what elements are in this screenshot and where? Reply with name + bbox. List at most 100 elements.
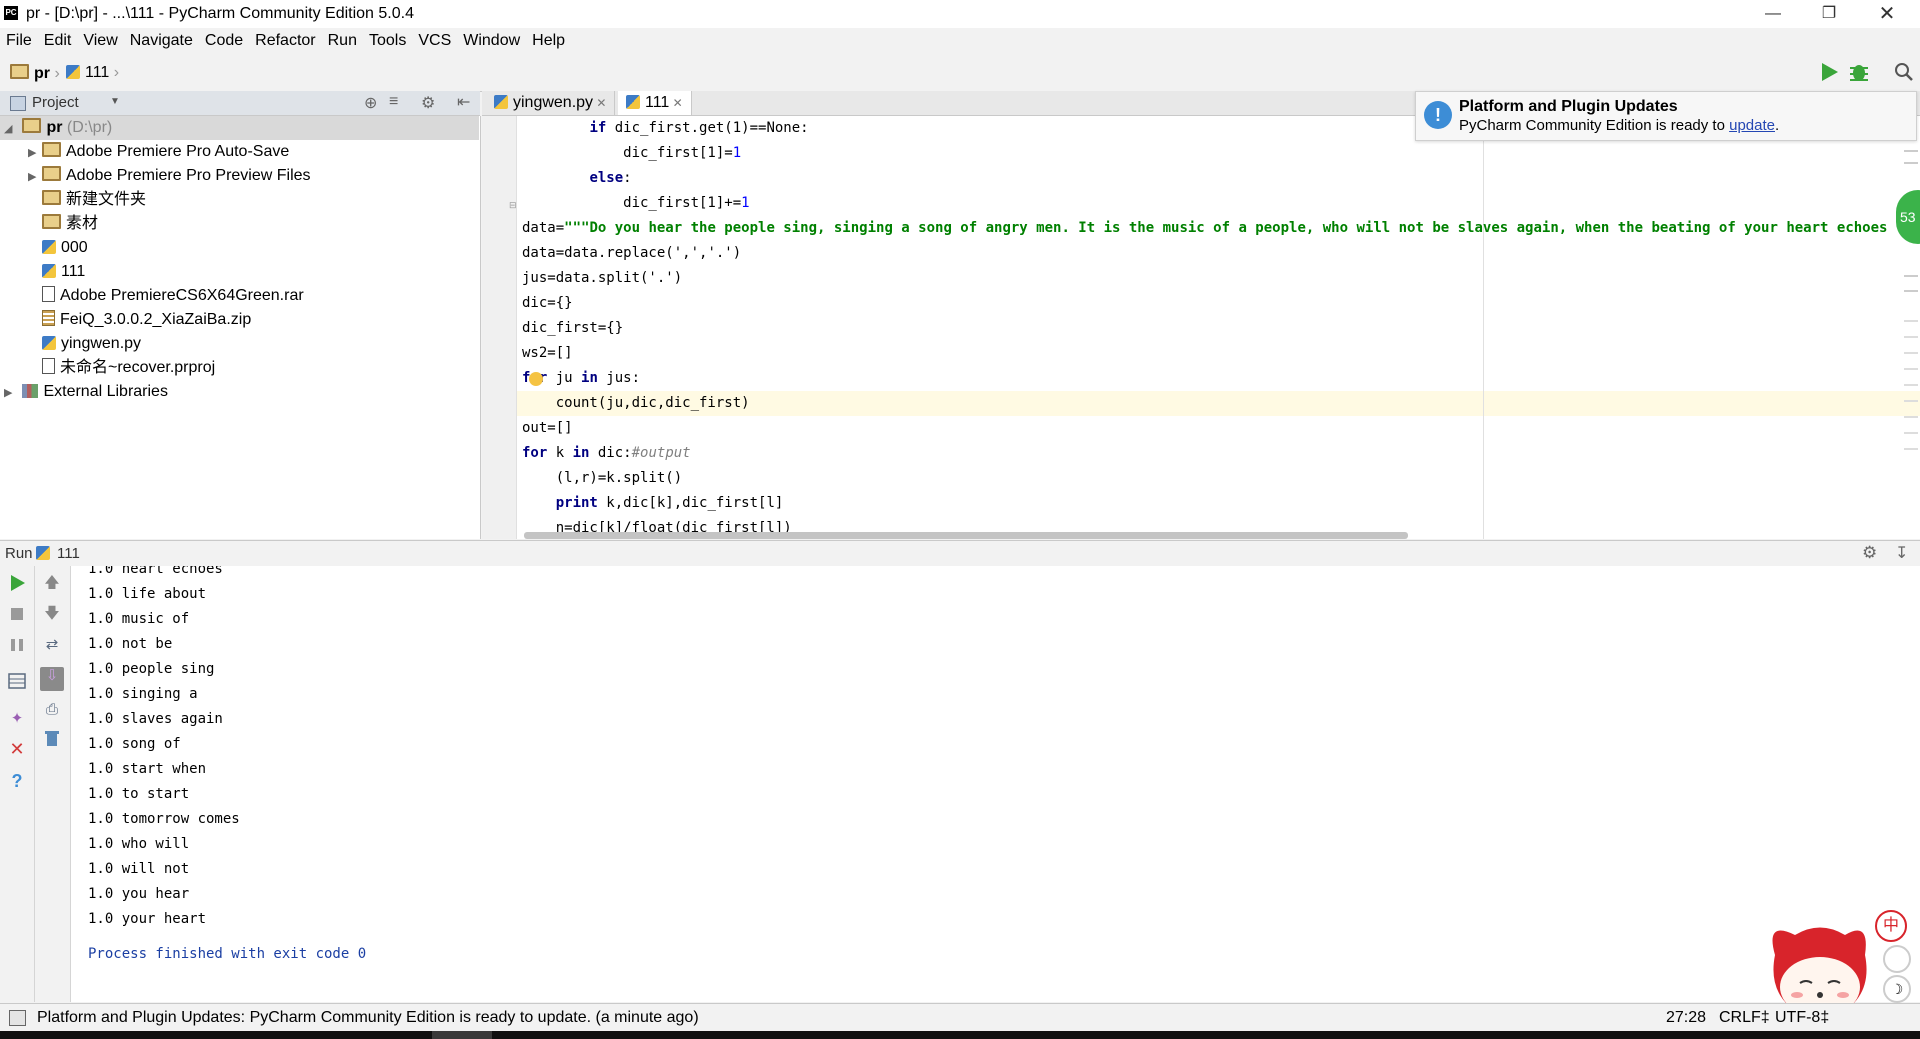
tree-item[interactable]: 新建文件夹 [28, 188, 146, 212]
menu-navigate[interactable]: Navigate [124, 28, 199, 50]
update-link[interactable]: update [1729, 117, 1775, 134]
console-line: 1.0 slaves again [88, 711, 223, 727]
minimize-button[interactable]: — [1750, 0, 1796, 28]
breadcrumb-project[interactable]: pr › [10, 64, 60, 83]
folder-icon [42, 190, 61, 205]
pin-tab-button[interactable]: ✦ [8, 710, 26, 728]
debug-button[interactable] [1848, 61, 1870, 83]
clear-all-button[interactable] [43, 729, 61, 747]
search-everywhere-button[interactable] [1894, 62, 1914, 82]
code-token: jus: [597, 370, 641, 386]
line-separator[interactable]: CRLF‡ [1719, 1009, 1770, 1027]
chevron-down-icon[interactable]: ▼ [110, 96, 120, 107]
close-tab-icon[interactable]: ✕ [669, 96, 683, 110]
gear-icon[interactable]: ⚙ [421, 93, 435, 113]
breadcrumb-file[interactable]: 111 › [66, 64, 119, 82]
close-window-button[interactable]: ✕ [1864, 0, 1910, 28]
tree-item[interactable]: 未命名~recover.prproj [28, 356, 215, 380]
run-console[interactable]: 1.0 heart echoes 1.0 life about 1.0 music … [71, 566, 1920, 1002]
tree-item[interactable]: FeiQ_3.0.0.2_XiaZaiBa.zip [28, 308, 251, 332]
python-file-icon [42, 336, 56, 350]
printer-icon: ⎙ [45, 701, 58, 718]
code-line: dic={} [522, 291, 573, 316]
fold-marker-icon[interactable]: ⊟ [509, 200, 517, 211]
tree-root[interactable]: ◢ pr (D:\pr) [0, 116, 479, 140]
caret-position[interactable]: 27:28 [1666, 1009, 1706, 1027]
console-line: 1.0 music of [88, 611, 190, 627]
menu-tools[interactable]: Tools [363, 28, 412, 50]
print-button[interactable]: ⎙ [43, 701, 61, 719]
python-file-icon [494, 95, 508, 109]
tree-item[interactable]: 111 [28, 260, 85, 284]
maximize-button[interactable]: ❐ [1806, 0, 1852, 28]
console-line: 1.0 not be [88, 636, 173, 652]
tree-item[interactable]: ▶ Adobe Premiere Pro Preview Files [28, 164, 311, 188]
editor-horizontal-scrollbar[interactable] [524, 532, 1408, 539]
code-line: for k in dic:#output [522, 441, 691, 466]
editor-tab[interactable]: yingwen.py ✕ [486, 91, 616, 115]
tree-item[interactable]: yingwen.py [28, 332, 141, 356]
tree-item-external-libraries[interactable]: ▶ External Libraries [4, 380, 168, 404]
pause-icon [11, 639, 23, 651]
scroll-up-button[interactable]: 🡅 [43, 574, 61, 592]
menu-file[interactable]: File [0, 28, 38, 50]
tree-item[interactable]: ▶ Adobe Premiere Pro Auto-Save [28, 140, 289, 164]
expanded-arrow-icon[interactable]: ◢ [4, 117, 18, 141]
collapsed-arrow-icon[interactable]: ▶ [4, 381, 18, 405]
code-token: dic_first[1]+= [522, 195, 742, 211]
help-button[interactable]: ? [8, 772, 26, 790]
rerun-button[interactable] [8, 574, 26, 592]
collapsed-arrow-icon[interactable]: ▶ [28, 165, 42, 189]
status-message[interactable]: Platform and Plugin Updates: PyCharm Com… [37, 1009, 699, 1027]
close-tab-icon[interactable]: ✕ [593, 96, 606, 110]
menu-edit[interactable]: Edit [38, 28, 78, 50]
ime-toggle-button[interactable]: 中 [1875, 910, 1907, 942]
menu-code[interactable]: Code [199, 28, 249, 50]
restore-layout-button[interactable] [8, 672, 26, 690]
pause-button[interactable] [8, 636, 26, 654]
exit-message: Process finished with exit code 0 [88, 946, 367, 962]
file-encoding[interactable]: UTF-8‡ [1775, 1009, 1829, 1027]
project-panel-title[interactable]: Project [32, 94, 79, 111]
hide-panel-icon[interactable]: ⇤ [457, 92, 470, 112]
code-token: data=data.replace(',' [522, 245, 700, 261]
menu-refactor[interactable]: Refactor [249, 28, 321, 50]
scroll-to-end-button[interactable]: ⇩ [40, 667, 64, 691]
scroll-down-button[interactable]: 🡇 [43, 605, 61, 623]
tree-item[interactable]: 000 [28, 236, 88, 260]
menu-window[interactable]: Window [457, 28, 526, 50]
editor-tab[interactable]: 111 ✕ [618, 91, 692, 115]
tree-item-label: FeiQ_3.0.0.2_XiaZaiBa.zip [60, 311, 252, 328]
soft-wrap-button[interactable]: ⇄ [43, 636, 61, 654]
breadcrumb-project-label: pr [34, 65, 50, 82]
update-notification[interactable]: ! Platform and Plugin Updates PyCharm Co… [1415, 91, 1917, 141]
tree-item[interactable]: 素材 [28, 212, 98, 236]
ime-punct-button[interactable] [1883, 945, 1911, 973]
collapse-all-icon[interactable]: ≡ [389, 93, 398, 111]
hide-panel-icon[interactable]: ↧ [1895, 543, 1908, 563]
run-button[interactable] [1818, 61, 1840, 83]
stop-button[interactable] [8, 605, 26, 623]
menu-help[interactable]: Help [526, 28, 571, 50]
tree-item[interactable]: Adobe PremiereCS6X64Green.rar [28, 284, 304, 308]
ime-moon-button[interactable]: ☽ [1883, 975, 1911, 1003]
code-editor[interactable]: if dic_first.get(1)==None: dic_first[1]=… [517, 116, 1920, 539]
run-panel-config[interactable]: 111 [57, 545, 80, 562]
scroll-from-source-icon[interactable]: ⊕ [364, 93, 377, 113]
menu-view[interactable]: View [77, 28, 123, 50]
file-icon [42, 286, 55, 302]
menu-vcs[interactable]: VCS [412, 28, 457, 50]
close-run-button[interactable]: ✕ [8, 740, 26, 758]
run-panel-label[interactable]: Run [5, 545, 33, 562]
code-line: dic_first[1]=1 [522, 141, 741, 166]
project-tree: ◢ pr (D:\pr) ▶ Adobe Premiere Pro Auto-Sa… [0, 116, 481, 539]
editor-gutter[interactable]: ⊟ [482, 116, 517, 539]
code-token: : [623, 170, 632, 186]
navigation-bar: pr › 111 › 111 ▼ [0, 55, 1920, 141]
intention-bulb-icon[interactable] [529, 372, 543, 386]
tree-root-path: (D:\pr) [66, 119, 113, 136]
toggle-tool-windows-icon[interactable] [9, 1010, 26, 1026]
menu-run[interactable]: Run [322, 28, 363, 50]
collapsed-arrow-icon[interactable]: ▶ [28, 141, 42, 165]
gear-icon[interactable]: ⚙ [1862, 543, 1877, 563]
